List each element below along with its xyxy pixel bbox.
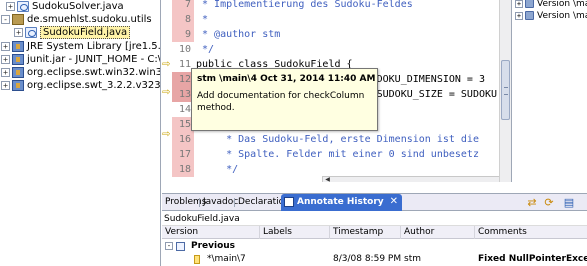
version-icon bbox=[525, 11, 534, 20]
column-header-labels[interactable]: Labels bbox=[260, 226, 330, 239]
column-header-comments[interactable]: Comments bbox=[475, 226, 587, 239]
expand-icon[interactable]: + bbox=[6, 2, 15, 11]
line-number: 8 bbox=[172, 12, 194, 27]
code-line: */ bbox=[196, 44, 215, 55]
outline-item-label: Version \ma bbox=[537, 0, 587, 9]
horizontal-scrollbar[interactable]: ◀ ▶ bbox=[322, 176, 511, 183]
code-line: * Das Sudoku-Feld, erste Dimension ist d… bbox=[196, 134, 479, 145]
history-row[interactable]: *\main\7 8/3/08 8:59 PM stm Fixed NullPo… bbox=[162, 253, 587, 266]
expand-icon[interactable]: + bbox=[515, 11, 523, 20]
editor-overview-gutter: ⇨ ⇨ ⇨ bbox=[162, 0, 172, 182]
revision-file-icon bbox=[194, 255, 200, 264]
outline-item-label: Version \ma bbox=[537, 10, 587, 21]
java-file-icon bbox=[25, 27, 37, 38]
expand-icon[interactable]: + bbox=[515, 0, 523, 8]
line-number: 9 bbox=[172, 27, 194, 42]
bottom-view-panel: Problems Javadoc Declaration Annotate Hi… bbox=[162, 193, 587, 266]
column-header-timestamp[interactable]: Timestamp bbox=[330, 226, 401, 239]
cell-version: *\main\7 bbox=[207, 254, 246, 264]
library-icon bbox=[12, 41, 24, 52]
package-explorer: + SudokuSolver.java - de.smuehlst.sudoku… bbox=[0, 0, 161, 266]
close-icon[interactable]: ✕ bbox=[390, 196, 398, 207]
annotate-history-icon bbox=[284, 197, 294, 207]
tree-item-junit[interactable]: + junit.jar - JUNIT_HOME - C:\Dokum bbox=[1, 53, 161, 66]
history-table-header: Version Labels Timestamp Author Comments bbox=[162, 225, 587, 239]
link-with-editor-icon[interactable]: ⇄ bbox=[525, 196, 539, 209]
annotated-file-name: SudokuField.java bbox=[164, 214, 240, 224]
outline-item[interactable]: + Version \ma bbox=[515, 9, 587, 22]
tree-item-swt[interactable]: + org.eclipse.swt_3.2.2.v3235h.jar - bbox=[1, 79, 161, 92]
tree-item-label: SudokuField.java bbox=[40, 26, 131, 39]
expand-icon[interactable]: + bbox=[1, 42, 10, 51]
tree-item-label: SudokuSolver.java bbox=[32, 1, 124, 12]
group-label: Previous bbox=[191, 241, 236, 251]
jar-icon bbox=[12, 54, 24, 65]
package-icon bbox=[12, 14, 24, 25]
annotation-arrow-icon: ⇨ bbox=[162, 129, 171, 140]
tree-item-label: JRE System Library [jre1.5.0_11] bbox=[27, 41, 161, 52]
tab-annotate-history[interactable]: Annotate History ✕ bbox=[281, 194, 403, 211]
expand-icon[interactable]: + bbox=[1, 81, 10, 90]
refresh-icon[interactable]: ⟳ bbox=[542, 196, 556, 209]
cell-labels bbox=[260, 253, 330, 266]
history-group-row[interactable]: - Previous bbox=[162, 240, 587, 253]
line-number: 17 bbox=[172, 147, 194, 162]
java-file-icon bbox=[17, 1, 29, 12]
line-number: 18 bbox=[172, 162, 194, 177]
expand-icon[interactable]: + bbox=[14, 28, 23, 37]
column-header-version[interactable]: Version bbox=[162, 226, 260, 239]
tree-item-label: junit.jar - JUNIT_HOME - C:\Dokum bbox=[27, 54, 161, 65]
code-line: * @author stm bbox=[196, 29, 281, 40]
revision-hover-tooltip: stm \main\4 Oct 31, 2014 11:40 AM Add do… bbox=[191, 68, 378, 131]
history-outline: + Version \ma + Version \ma bbox=[513, 0, 587, 182]
tree-item-label: org.eclipse.swt_3.2.2.v3235h.jar - bbox=[27, 80, 161, 91]
tree-item-sudokufield[interactable]: + SudokuField.java bbox=[14, 26, 131, 39]
version-icon bbox=[525, 0, 534, 8]
expand-icon[interactable]: + bbox=[1, 68, 10, 77]
tooltip-header: stm \main\4 Oct 31, 2014 11:40 AM bbox=[197, 74, 376, 84]
tree-item-label: de.smuehlst.sudoku.utils bbox=[27, 14, 152, 25]
line-number: 16 bbox=[172, 132, 194, 147]
code-line: * bbox=[196, 14, 209, 25]
collapse-icon[interactable]: - bbox=[1, 15, 10, 24]
tree-item-label: org.eclipse.swt.win32.win32.x86_ bbox=[27, 67, 161, 78]
tree-item-sudokusolver[interactable]: + SudokuSolver.java bbox=[6, 0, 124, 13]
scroll-left-icon[interactable]: ◀ bbox=[323, 177, 332, 183]
cell-timestamp: 8/3/08 8:59 PM bbox=[333, 254, 401, 264]
cell-author: stm bbox=[404, 254, 421, 264]
code-line: * Implementierung des Sudoku-Feldes bbox=[196, 0, 413, 10]
tree-item-utils-package[interactable]: - de.smuehlst.sudoku.utils bbox=[1, 13, 152, 26]
tree-item-swt-win32[interactable]: + org.eclipse.swt.win32.win32.x86_ bbox=[1, 66, 161, 79]
view-tab-bar: Problems Javadoc Declaration Annotate Hi… bbox=[162, 194, 587, 211]
tree-item-jre[interactable]: + JRE System Library [jre1.5.0_11] bbox=[1, 40, 161, 53]
code-line: * Spalte. Felder mit einer 0 sind unbese… bbox=[196, 149, 479, 160]
tab-label: Annotate History bbox=[297, 197, 384, 207]
line-number: 10 bbox=[178, 44, 191, 55]
vertical-scrollbar[interactable] bbox=[499, 0, 511, 182]
cell-comments: Fixed NullPointerException. bbox=[478, 254, 587, 264]
annotation-arrow-icon: ⇨ bbox=[162, 87, 171, 98]
column-header-author[interactable]: Author bbox=[401, 226, 475, 239]
scrollbar-thumb[interactable] bbox=[501, 60, 510, 120]
revision-group-icon bbox=[176, 242, 185, 251]
annotation-arrow-icon: ⇨ bbox=[162, 59, 171, 70]
line-number: 7 bbox=[172, 0, 194, 12]
collapse-icon[interactable]: - bbox=[165, 242, 173, 250]
jar-icon bbox=[12, 67, 24, 78]
history-view-icon[interactable]: ▤ bbox=[562, 196, 576, 209]
tooltip-body: Add documentation for checkColumn method… bbox=[197, 91, 365, 113]
code-line: */ bbox=[196, 164, 239, 175]
jar-icon bbox=[12, 80, 24, 91]
expand-icon[interactable]: + bbox=[1, 55, 10, 64]
